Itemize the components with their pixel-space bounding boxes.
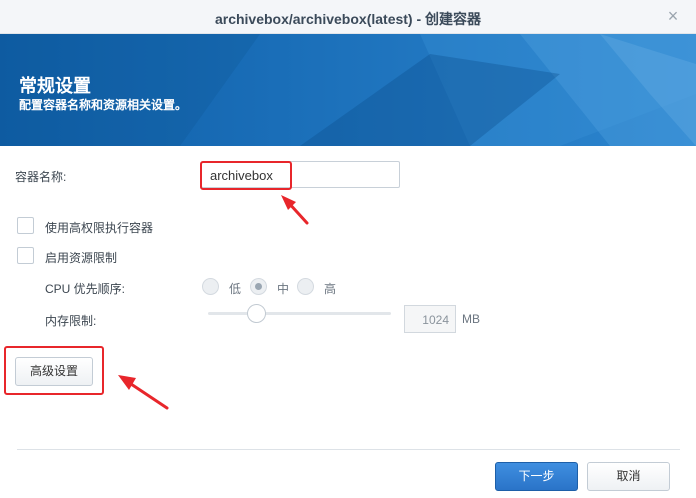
arrow-icon-to-advanced-button xyxy=(118,375,169,410)
next-button[interactable]: 下一步 xyxy=(495,462,578,491)
annotation-arrows xyxy=(118,195,309,410)
cancel-button[interactable]: 取消 xyxy=(587,462,670,491)
footer-divider xyxy=(17,449,680,450)
arrow-icon-to-name-input xyxy=(281,195,309,225)
